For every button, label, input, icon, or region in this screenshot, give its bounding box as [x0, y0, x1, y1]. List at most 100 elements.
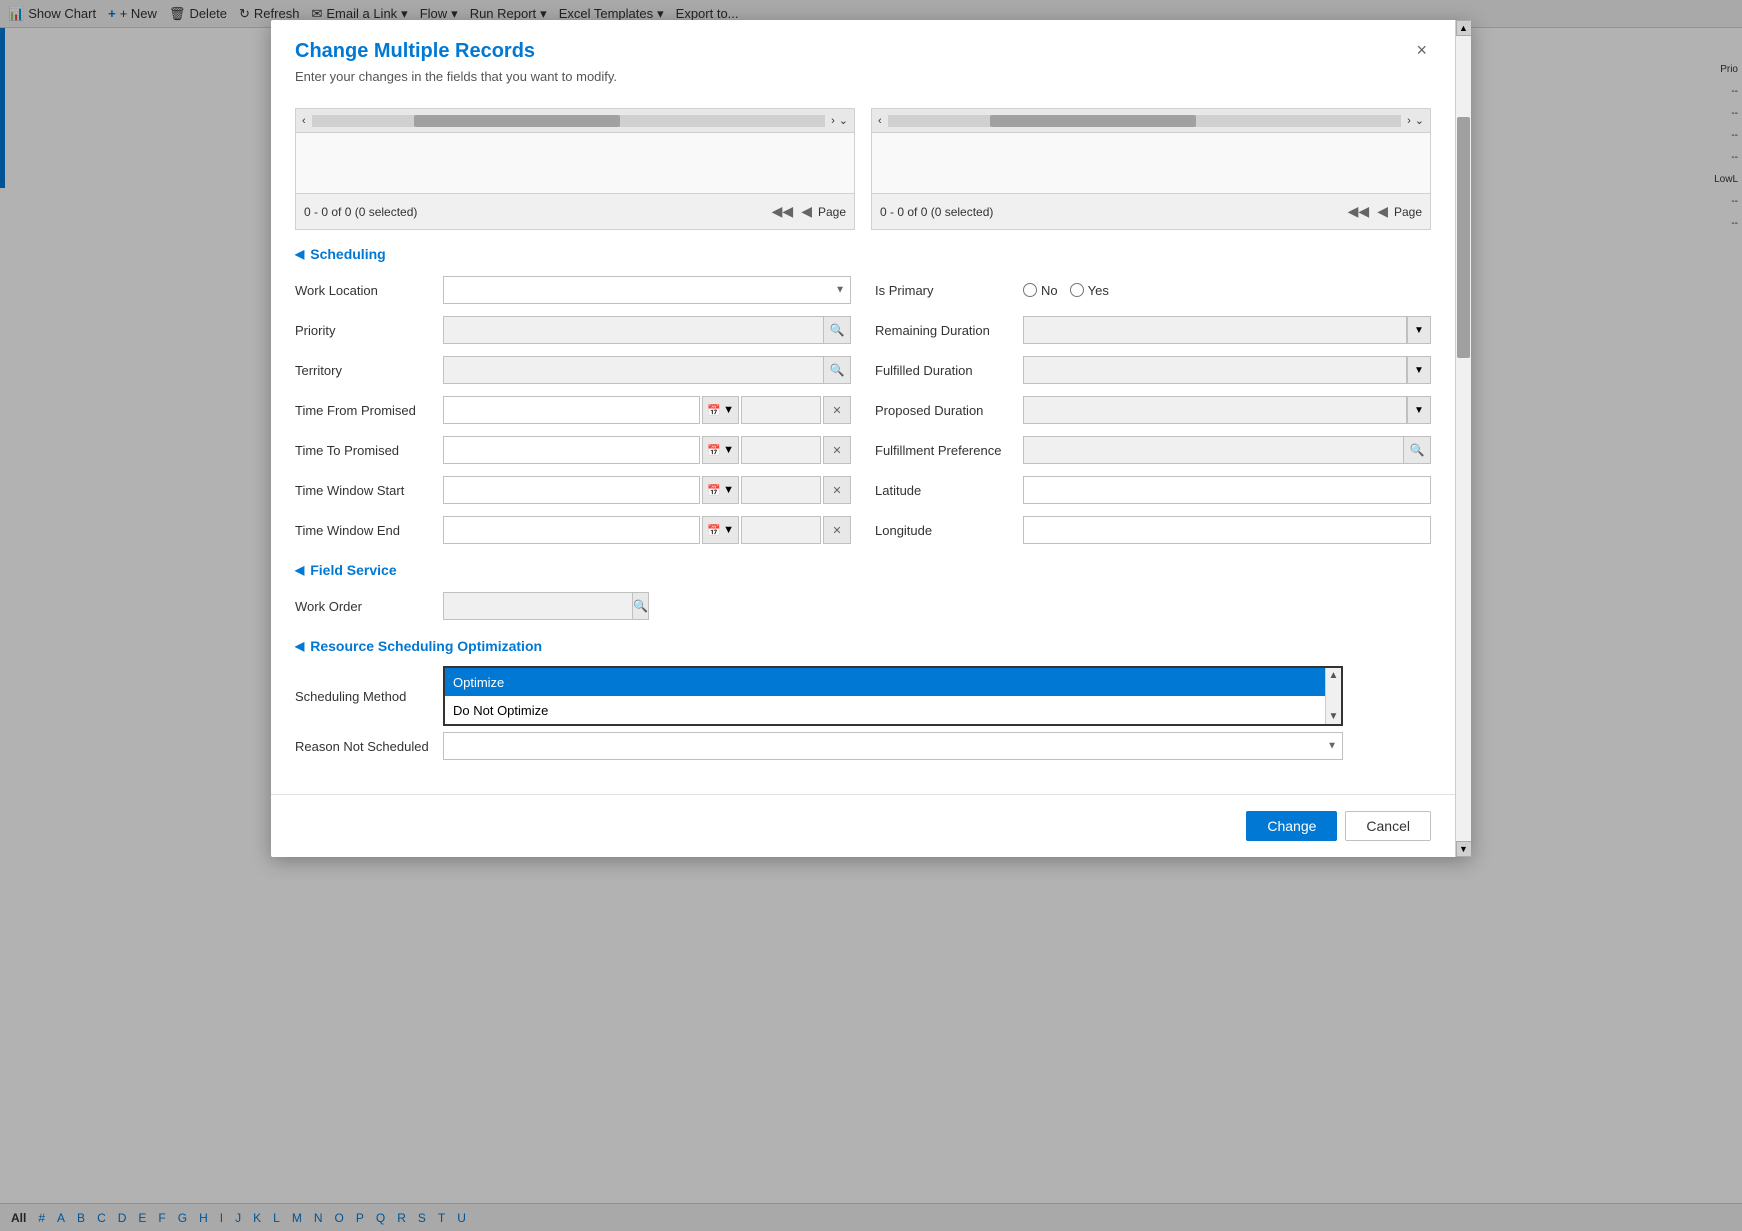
fulfilled-duration-numeric: ▼ [1023, 356, 1431, 384]
panel-1-pagination: 0 - 0 of 0 (0 selected) [304, 205, 417, 219]
time-window-start-row: Time Window Start 📅 ▼ ✕ [295, 474, 851, 506]
modal-scroll-up[interactable]: ▲ [1456, 20, 1472, 36]
work-location-label: Work Location [295, 283, 435, 298]
panel-2-first-btn[interactable]: ◀◀ [1346, 203, 1372, 220]
modal-footer: Change Cancel [271, 794, 1455, 857]
proposed-duration-input[interactable] [1023, 396, 1407, 424]
scheduling-section-label: Scheduling [310, 246, 385, 262]
remaining-duration-btn[interactable]: ▼ [1407, 316, 1431, 344]
time-to-promised-calendar-btn[interactable]: 📅 ▼ [702, 436, 739, 464]
is-primary-yes-radio[interactable] [1070, 283, 1084, 297]
panel-2-back-btn[interactable]: ◀ [1375, 203, 1390, 220]
fulfilled-duration-btn[interactable]: ▼ [1407, 356, 1431, 384]
time-window-end-datetime: 📅 ▼ ✕ [443, 516, 851, 544]
priority-lookup-icon: 🔍 [830, 323, 845, 337]
scroll-up-arrow[interactable]: ▲ [1329, 670, 1339, 681]
panel-2-prev-btn[interactable]: ‹ [876, 115, 884, 127]
time-window-start-clear-btn[interactable]: ✕ [823, 476, 851, 504]
priority-lookup-btn[interactable]: 🔍 [823, 316, 851, 344]
selection-panel-1: ‹ › ⌄ 0 - 0 of 0 (0 selected) ◀◀ [295, 108, 855, 230]
reason-not-scheduled-select[interactable] [443, 732, 1343, 760]
rso-collapse-icon[interactable]: ◀ [295, 639, 304, 653]
time-window-end-time-input[interactable] [741, 516, 821, 544]
territory-lookup-icon: 🔍 [830, 363, 845, 377]
time-window-start-datetime: 📅 ▼ ✕ [443, 476, 851, 504]
fulfillment-preference-lookup-btn[interactable]: 🔍 [1403, 436, 1431, 464]
territory-input[interactable] [443, 356, 823, 384]
time-from-promised-time-input[interactable] [741, 396, 821, 424]
is-primary-no-option[interactable]: No [1023, 283, 1058, 298]
modal-title: Change Multiple Records [295, 40, 1431, 63]
is-primary-yes-option[interactable]: Yes [1070, 283, 1109, 298]
fulfilled-duration-label: Fulfilled Duration [875, 363, 1015, 378]
time-from-promised-calendar-btn[interactable]: 📅 ▼ [702, 396, 739, 424]
panel-1-prev-btn[interactable]: ‹ [300, 115, 308, 127]
modal-overlay: Change Multiple Records Enter your chang… [0, 0, 1742, 1231]
remaining-duration-numeric: ▼ [1023, 316, 1431, 344]
change-button[interactable]: Change [1246, 811, 1337, 841]
optimize-option[interactable]: Optimize [445, 668, 1341, 696]
territory-lookup: 🔍 [443, 356, 851, 384]
scheduling-collapse-icon[interactable]: ◀ [295, 247, 304, 261]
is-primary-no-label: No [1041, 283, 1058, 298]
time-to-promised-row: Time To Promised 📅 ▼ ✕ [295, 434, 851, 466]
work-order-input[interactable] [443, 592, 632, 620]
territory-row: Territory 🔍 [295, 354, 851, 386]
time-to-promised-date-input[interactable] [443, 436, 700, 464]
scheduling-method-row: Scheduling Method Optimize Do Not Optimi… [295, 666, 1431, 726]
scheduling-method-scrollbar: ▲ ▼ [1325, 668, 1341, 724]
time-window-start-time-input[interactable] [741, 476, 821, 504]
panel-2-next-btn[interactable]: › [1405, 115, 1413, 127]
time-window-start-date-input[interactable] [443, 476, 700, 504]
time-window-end-date-input[interactable] [443, 516, 700, 544]
remaining-duration-input[interactable] [1023, 316, 1407, 344]
calendar-icon-4: 📅 [707, 524, 721, 537]
is-primary-no-radio[interactable] [1023, 283, 1037, 297]
scroll-down-arrow[interactable]: ▼ [1329, 711, 1339, 722]
territory-lookup-btn[interactable]: 🔍 [823, 356, 851, 384]
priority-row: Priority 🔍 [295, 314, 851, 346]
fulfillment-preference-input[interactable] [1023, 436, 1403, 464]
time-from-promised-row: Time From Promised 📅 ▼ ✕ [295, 394, 851, 426]
panel-1-back-btn[interactable]: ◀ [799, 203, 814, 220]
do-not-optimize-option[interactable]: Do Not Optimize [445, 696, 1341, 724]
time-to-promised-datetime: 📅 ▼ ✕ [443, 436, 851, 464]
change-multiple-records-dialog: Change Multiple Records Enter your chang… [271, 20, 1471, 857]
cancel-button[interactable]: Cancel [1345, 811, 1431, 841]
calendar-icon-3: 📅 [707, 484, 721, 497]
calendar-dropdown-icon-4: ▼ [723, 524, 734, 536]
field-service-section-label: Field Service [310, 562, 396, 578]
is-primary-yes-label: Yes [1088, 283, 1109, 298]
fulfilled-duration-input[interactable] [1023, 356, 1407, 384]
time-window-end-calendar-btn[interactable]: 📅 ▼ [702, 516, 739, 544]
panel-2-down-btn[interactable]: ⌄ [1413, 114, 1426, 127]
field-service-section-header: ◀ Field Service [295, 562, 1431, 578]
time-from-promised-clear-btn[interactable]: ✕ [823, 396, 851, 424]
close-button[interactable]: × [1408, 36, 1435, 65]
panel-1-next-btn[interactable]: › [829, 115, 837, 127]
scheduling-method-list: Optimize Do Not Optimize [445, 668, 1341, 724]
panel-2-header: ‹ › ⌄ [872, 109, 1430, 133]
panel-1-down-btn[interactable]: ⌄ [837, 114, 850, 127]
scheduling-method-dropdown[interactable]: Optimize Do Not Optimize ▲ ▼ [443, 666, 1343, 726]
modal-scroll-down[interactable]: ▼ [1456, 841, 1472, 857]
panel-1-first-btn[interactable]: ◀◀ [770, 203, 796, 220]
time-window-start-calendar-btn[interactable]: 📅 ▼ [702, 476, 739, 504]
priority-input[interactable] [443, 316, 823, 344]
panel-2-pagination-text: 0 - 0 of 0 (0 selected) [880, 205, 993, 219]
time-window-end-clear-btn[interactable]: ✕ [823, 516, 851, 544]
field-service-form: Work Order 🔍 [295, 590, 1431, 622]
time-from-promised-date-input[interactable] [443, 396, 700, 424]
time-from-promised-label: Time From Promised [295, 403, 435, 418]
field-service-collapse-icon[interactable]: ◀ [295, 563, 304, 577]
longitude-input[interactable] [1023, 516, 1431, 544]
modal-scroll-track [1456, 36, 1471, 841]
time-to-promised-time-input[interactable] [741, 436, 821, 464]
work-order-lookup: 🔍 [443, 592, 643, 620]
time-to-promised-clear-btn[interactable]: ✕ [823, 436, 851, 464]
work-location-select[interactable] [443, 276, 851, 304]
proposed-duration-btn[interactable]: ▼ [1407, 396, 1431, 424]
work-order-lookup-btn[interactable]: 🔍 [632, 592, 649, 620]
reason-not-scheduled-select-wrapper: ▼ [443, 732, 1343, 760]
latitude-input[interactable] [1023, 476, 1431, 504]
